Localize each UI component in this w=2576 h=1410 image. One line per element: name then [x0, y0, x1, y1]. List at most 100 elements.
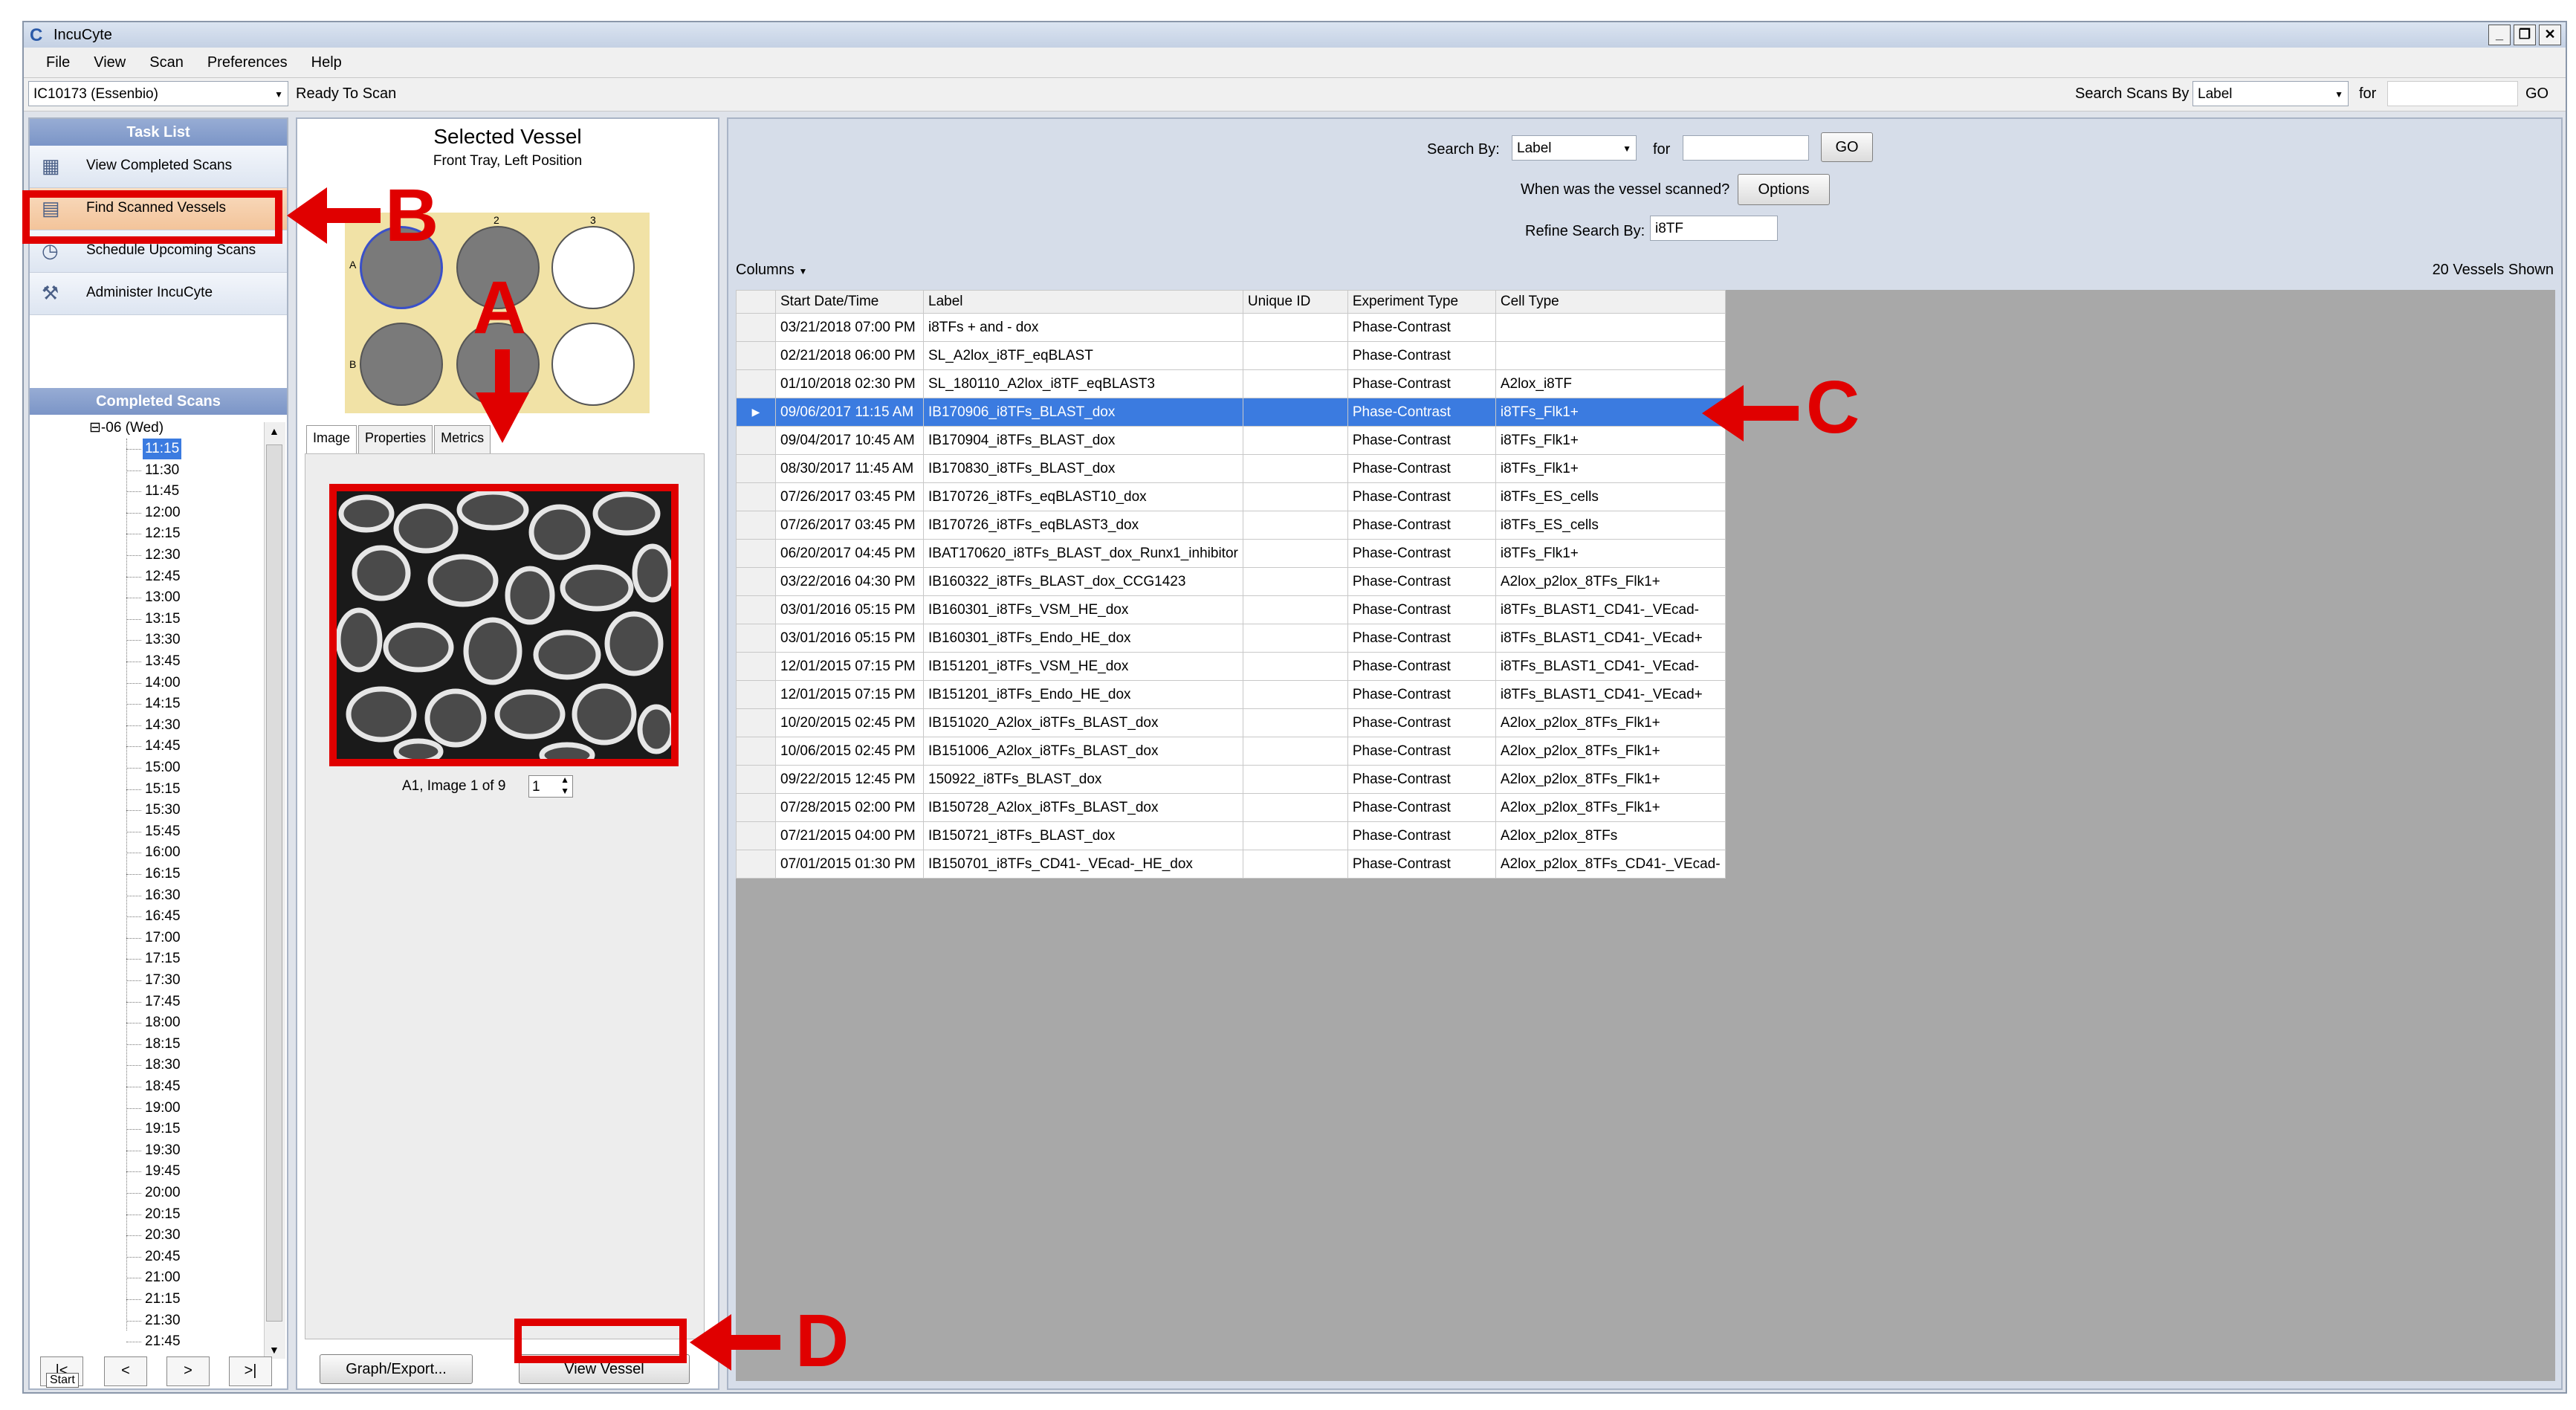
- options-button[interactable]: Options: [1738, 174, 1830, 205]
- tree-day-node[interactable]: ⊟-06 (Wed): [89, 419, 164, 436]
- tree-connector: [126, 1065, 141, 1067]
- table-row[interactable]: 03/22/2016 04:30 PM IB160322_i8TFs_BLAST_…: [736, 567, 1726, 596]
- tree-time-label: 18:45: [145, 1078, 181, 1094]
- row-selector[interactable]: [736, 426, 776, 455]
- column-header-unique-id[interactable]: Unique ID: [1242, 290, 1348, 314]
- row-selector[interactable]: [736, 737, 776, 766]
- row-selector[interactable]: [736, 567, 776, 596]
- well-a3[interactable]: [551, 226, 635, 309]
- scroll-down-icon[interactable]: ▼: [269, 1344, 279, 1356]
- stepper-arrows-icon[interactable]: ▲ ▼: [560, 774, 569, 797]
- well-b3[interactable]: [551, 323, 635, 406]
- row-selector[interactable]: [736, 454, 776, 483]
- cell-label: IB170726_i8TFs_eqBLAST3_dox: [923, 511, 1243, 540]
- tree-time-label: 12:15: [145, 525, 181, 542]
- table-row[interactable]: 09/04/2017 10:45 AM IB170904_i8TFs_BLAST_…: [736, 426, 1726, 455]
- plate-row-label: A: [349, 259, 357, 271]
- table-row[interactable]: 07/21/2015 04:00 PM IB150721_i8TFs_BLAST_…: [736, 821, 1726, 850]
- row-selector[interactable]: [736, 624, 776, 653]
- device-select[interactable]: IC10173 (Essenbio) ▼: [28, 81, 288, 106]
- table-row[interactable]: 12/01/2015 07:15 PM IB151201_i8TFs_Endo_H…: [736, 680, 1726, 709]
- menu-view[interactable]: View: [82, 48, 137, 77]
- menu-help[interactable]: Help: [300, 48, 354, 77]
- table-row[interactable]: 07/26/2017 03:45 PM IB170726_i8TFs_eqBLAS…: [736, 482, 1726, 511]
- column-header-cell-type[interactable]: Cell Type: [1495, 290, 1726, 314]
- graph-export-button[interactable]: Graph/Export...: [320, 1354, 473, 1384]
- tree-connector: [126, 980, 141, 981]
- refine-search-label: Refine Search By:: [1525, 223, 1645, 239]
- nav-next-button[interactable]: >: [166, 1356, 210, 1386]
- scroll-up-icon[interactable]: ▲: [269, 425, 279, 437]
- toolbar: IC10173 (Essenbio) ▼ Ready To Scan Search…: [24, 77, 2566, 111]
- column-header-experiment-type[interactable]: Experiment Type: [1347, 290, 1496, 314]
- cell-cell-type: A2lox_p2lox_8TFs_Flk1+: [1495, 765, 1726, 794]
- row-selector[interactable]: [736, 369, 776, 398]
- table-row[interactable]: 10/20/2015 02:45 PM IB151020_A2lox_i8TFs_…: [736, 708, 1726, 737]
- row-selector[interactable]: [736, 680, 776, 709]
- tree-time-label: 14:00: [145, 674, 181, 691]
- table-row[interactable]: 01/10/2018 02:30 PM SL_180110_A2lox_i8TF_…: [736, 369, 1726, 398]
- search-scans-by-label: Search Scans By: [2075, 85, 2190, 102]
- table-row[interactable]: 07/01/2015 01:30 PM IB150701_i8TFs_CD41-_…: [736, 850, 1726, 879]
- image-index-stepper[interactable]: 1 ▲ ▼: [528, 774, 573, 798]
- cell-experiment-type: Phase-Contrast: [1347, 821, 1496, 850]
- table-row[interactable]: 12/01/2015 07:15 PM IB151201_i8TFs_VSM_HE…: [736, 652, 1726, 681]
- table-row[interactable]: 09/22/2015 12:45 PM 150922_i8TFs_BLAST_do…: [736, 765, 1726, 794]
- menu-scan[interactable]: Scan: [137, 48, 195, 77]
- row-selector[interactable]: ▶: [736, 398, 776, 427]
- row-selector[interactable]: [736, 539, 776, 568]
- nav-prev-button[interactable]: <: [104, 1356, 147, 1386]
- row-selector[interactable]: [736, 341, 776, 370]
- tab-metrics[interactable]: Metrics: [434, 425, 491, 453]
- refine-search-input[interactable]: i8TF: [1650, 216, 1778, 241]
- tree-time-label: 18:15: [145, 1035, 181, 1052]
- menu-bar: File View Scan Preferences Help: [24, 48, 2566, 77]
- table-row[interactable]: 07/26/2017 03:45 PM IB170726_i8TFs_eqBLAS…: [736, 511, 1726, 540]
- toolbar-search-input[interactable]: [2387, 81, 2518, 106]
- minimize-button[interactable]: _: [2488, 25, 2511, 45]
- search-by-select[interactable]: Label ▼: [1512, 135, 1637, 161]
- table-row[interactable]: 02/21/2018 06:00 PM SL_A2lox_i8TF_eqBLAST…: [736, 341, 1726, 370]
- column-header-label[interactable]: Label: [923, 290, 1243, 314]
- cell-start-datetime: 07/26/2017 03:45 PM: [775, 482, 924, 511]
- search-scans-by-select[interactable]: Label ▼: [2192, 81, 2349, 106]
- restore-button[interactable]: ❐: [2514, 25, 2536, 45]
- table-row[interactable]: 03/01/2016 05:15 PM IB160301_i8TFs_VSM_HE…: [736, 595, 1726, 624]
- column-header-start[interactable]: Start Date/Time: [775, 290, 924, 314]
- row-selector[interactable]: [736, 313, 776, 342]
- nav-last-button[interactable]: >|: [229, 1356, 272, 1386]
- menu-preferences[interactable]: Preferences: [195, 48, 300, 77]
- toolbar-go-button[interactable]: GO: [2525, 85, 2549, 103]
- search-go-button[interactable]: GO: [1821, 132, 1873, 162]
- scrollbar-thumb[interactable]: [266, 444, 282, 1322]
- table-row[interactable]: ▶ 09/06/2017 11:15 AM IB170906_i8TFs_BLAST…: [736, 398, 1726, 427]
- row-selector[interactable]: [736, 793, 776, 822]
- table-row[interactable]: 03/01/2016 05:15 PM IB160301_i8TFs_Endo_H…: [736, 624, 1726, 653]
- row-selector[interactable]: [736, 652, 776, 681]
- table-row[interactable]: 10/06/2015 02:45 PM IB151006_A2lox_i8TFs_…: [736, 737, 1726, 766]
- close-button[interactable]: ✕: [2539, 25, 2561, 45]
- table-row[interactable]: 03/21/2018 07:00 PM i8TFs + and - dox Phas…: [736, 313, 1726, 342]
- well-b1[interactable]: [360, 323, 443, 406]
- table-row[interactable]: 08/30/2017 11:45 AM IB170830_i8TFs_BLAST_…: [736, 454, 1726, 483]
- task-view-completed-scans[interactable]: ▦ View Completed Scans: [30, 146, 287, 188]
- tab-image[interactable]: Image: [306, 425, 357, 453]
- cell-cell-type: A2lox_p2lox_8TFs_Flk1+: [1495, 737, 1726, 766]
- row-selector[interactable]: [736, 765, 776, 794]
- table-row[interactable]: 06/20/2017 04:45 PM IBAT170620_i8TFs_BLAS…: [736, 539, 1726, 568]
- row-selector[interactable]: [736, 821, 776, 850]
- row-selector[interactable]: [736, 482, 776, 511]
- row-selector[interactable]: [736, 708, 776, 737]
- tree-scrollbar[interactable]: ▲ ▼: [264, 422, 285, 1359]
- row-selector[interactable]: [736, 850, 776, 879]
- tab-properties[interactable]: Properties: [358, 425, 433, 453]
- task-administer-incucyte[interactable]: ⚒ Administer IncuCyte: [30, 273, 287, 315]
- menu-file[interactable]: File: [24, 48, 82, 77]
- chevron-down-icon: ▼: [798, 266, 808, 276]
- row-selector[interactable]: [736, 595, 776, 624]
- table-row[interactable]: 07/28/2015 02:00 PM IB150728_A2lox_i8TFs_…: [736, 793, 1726, 822]
- columns-menu[interactable]: Columns ▼: [736, 262, 807, 279]
- search-input[interactable]: [1683, 135, 1809, 161]
- row-selector[interactable]: [736, 511, 776, 540]
- tree-day-label: 06 (Wed): [106, 420, 164, 436]
